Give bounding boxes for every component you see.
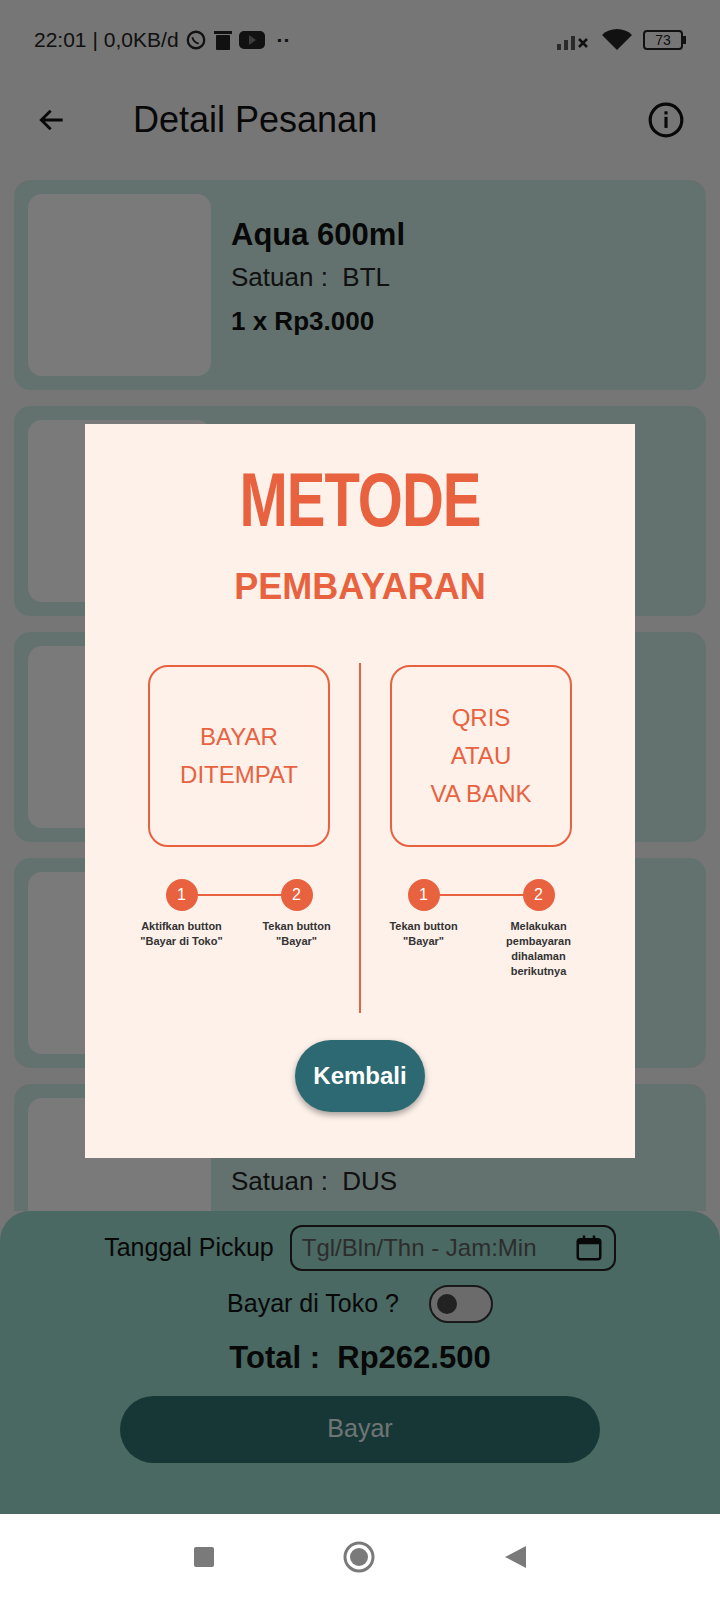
step-connector — [426, 894, 537, 896]
dialog-title: METODE — [239, 462, 480, 537]
home-button[interactable] — [342, 1540, 376, 1574]
step: 2 Melakukan pembayaran dihalaman berikutn… — [489, 879, 589, 979]
back-dialog-button[interactable]: Kembali — [295, 1040, 425, 1112]
step-caption: Melakukan pembayaran dihalaman berikutny… — [489, 919, 589, 979]
payment-method: BAYAR DITEMPAT 1 Aktifkan button "Bayar di… — [129, 663, 349, 949]
step-number-badge: 2 — [281, 879, 313, 911]
step: 1 Aktifkan button "Bayar di Toko" — [132, 879, 232, 949]
back-nav-button[interactable] — [502, 1544, 528, 1570]
step-number-badge: 1 — [166, 879, 198, 911]
step-number-badge: 2 — [523, 879, 555, 911]
payment-method-dialog: METODE PEMBAYARAN BAYAR DITEMPAT 1 Aktifkan … — [85, 424, 635, 1158]
step-caption: Tekan button "Bayar" — [374, 919, 474, 949]
method-card: BAYAR DITEMPAT — [148, 665, 330, 847]
step-number: 2 — [292, 887, 301, 903]
step-number: 2 — [534, 887, 543, 903]
step: 1 Tekan button "Bayar" — [374, 879, 474, 979]
step-number-badge: 1 — [408, 879, 440, 911]
square-icon — [192, 1545, 216, 1569]
method-card: QRIS ATAU VA BANK — [390, 665, 572, 847]
method-label: BAYAR DITEMPAT — [180, 718, 298, 794]
step-caption: Tekan button "Bayar" — [247, 919, 347, 949]
app-screen: 22:01| 0,0KB/d··73Detail PesananAqua 600… — [0, 0, 720, 1514]
step-connector — [184, 894, 295, 896]
back-dialog-button-label: Kembali — [313, 1058, 406, 1094]
navigation-bar — [0, 1514, 720, 1600]
step: 2 Tekan button "Bayar" — [247, 879, 347, 949]
payment-method: QRIS ATAU VA BANK 1 Tekan button "Bayar" 2 M… — [371, 663, 591, 979]
divider — [359, 663, 361, 1013]
recents-button[interactable] — [192, 1545, 216, 1569]
dialog-subtitle: PEMBAYARAN — [234, 565, 485, 609]
method-label: QRIS ATAU VA BANK — [431, 699, 532, 813]
triangle-icon — [502, 1544, 528, 1570]
step-caption: Aktifkan button "Bayar di Toko" — [132, 919, 232, 949]
step-number: 1 — [419, 887, 428, 903]
circle-icon — [342, 1540, 376, 1574]
step-number: 1 — [177, 887, 186, 903]
